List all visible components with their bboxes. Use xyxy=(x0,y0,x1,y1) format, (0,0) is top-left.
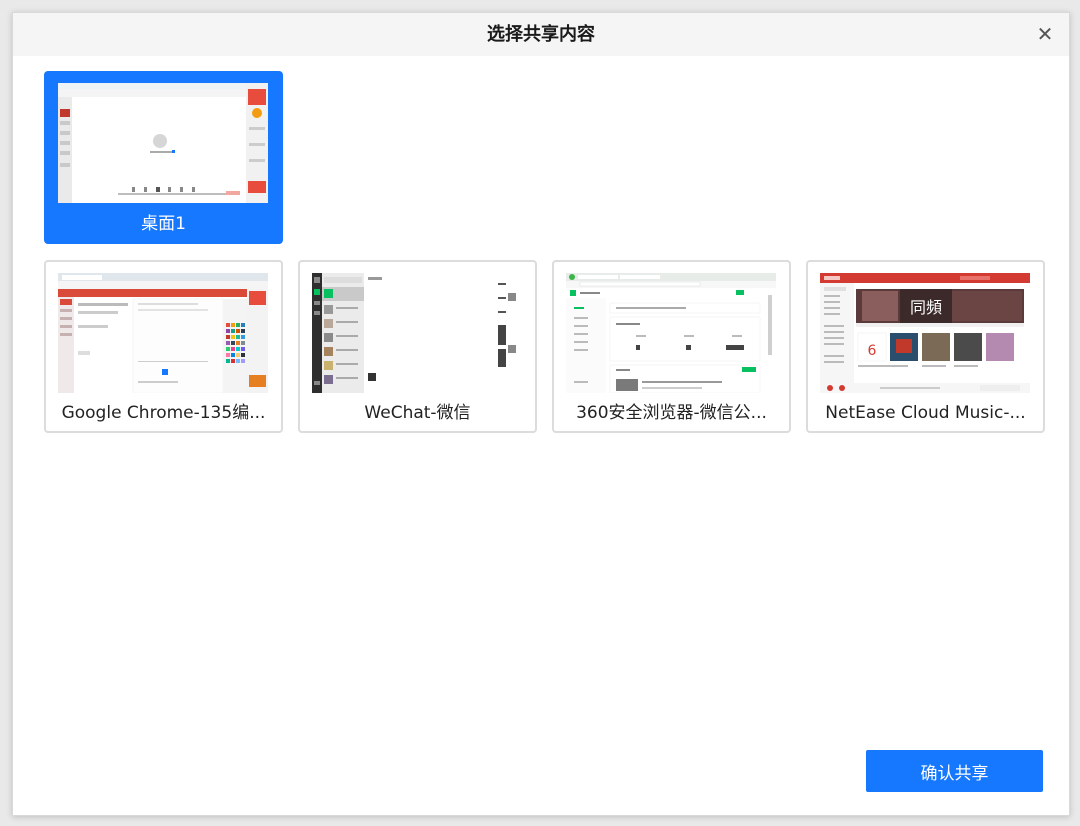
window-label: NetEase Cloud Music-... xyxy=(825,403,1026,423)
browser-window-preview xyxy=(566,273,776,393)
svg-text:同頻: 同頻 xyxy=(910,298,942,317)
music-window-preview: 同頻 6 xyxy=(820,273,1030,393)
window-label: Google Chrome-135编... xyxy=(61,403,266,423)
screen-item-desktop-1[interactable]: 桌面1 xyxy=(44,71,283,244)
dialog-title: 选择共享内容 xyxy=(487,24,595,45)
window-item-netease-cloud-music[interactable]: 同頻 6 NetEase Cloud Music-... xyxy=(806,260,1045,433)
dialog-titlebar: 选择共享内容 ✕ xyxy=(13,13,1069,56)
window-label: WeChat-微信 xyxy=(364,403,471,423)
wechat-window-preview xyxy=(312,273,522,393)
music-day-number: 6 xyxy=(868,343,877,359)
share-content-dialog: 选择共享内容 ✕ 桌面1 Google Chrome-135编... WeCha… xyxy=(12,12,1070,816)
chrome-window-preview xyxy=(58,273,268,393)
desktop-thumbnail xyxy=(58,83,268,203)
screen-label: 桌面1 xyxy=(141,214,186,234)
window-item-google-chrome[interactable]: Google Chrome-135编... xyxy=(44,260,283,433)
close-icon[interactable]: ✕ xyxy=(1033,23,1057,47)
confirm-share-button[interactable]: 确认共享 xyxy=(866,750,1043,792)
window-item-360-browser[interactable]: 360安全浏览器-微信公... xyxy=(552,260,791,433)
window-item-wechat[interactable]: WeChat-微信 xyxy=(298,260,537,433)
window-label: 360安全浏览器-微信公... xyxy=(576,403,767,423)
